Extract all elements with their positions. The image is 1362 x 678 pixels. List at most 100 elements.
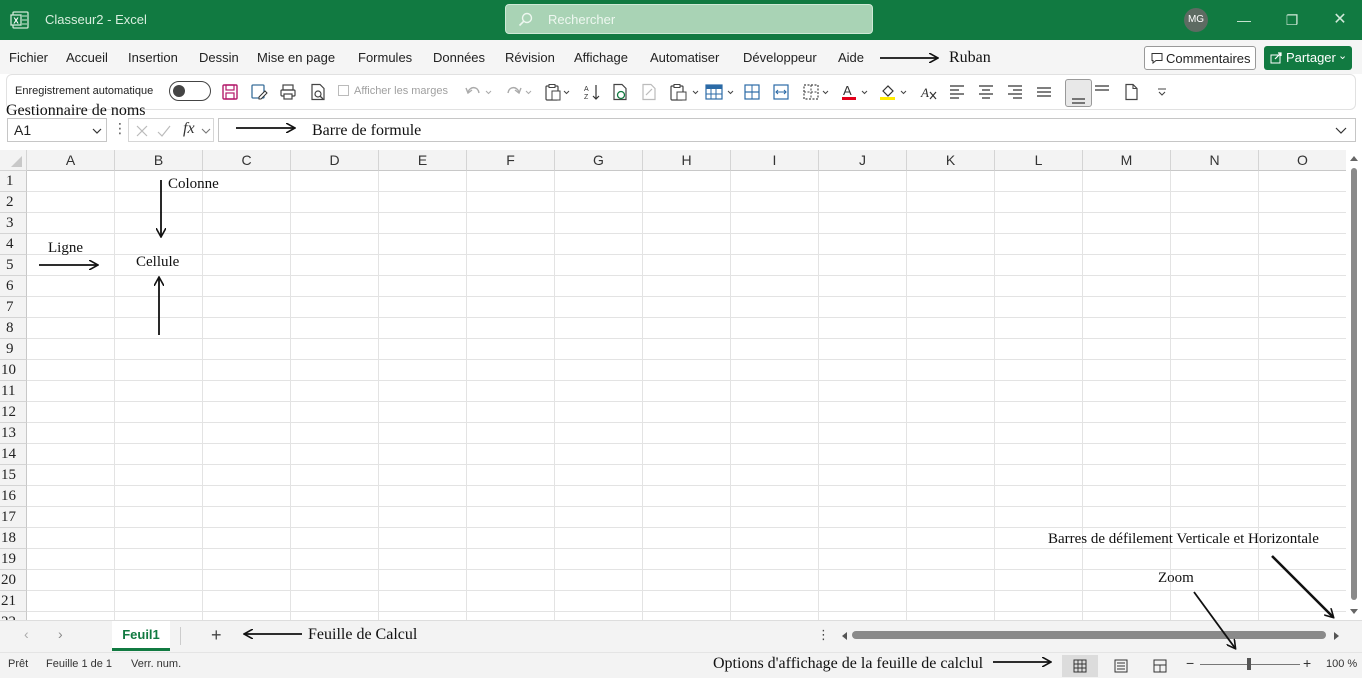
print-preview-icon[interactable] [309, 83, 327, 101]
row-header-3[interactable]: 3 [0, 213, 27, 234]
column-header-n[interactable]: N [1171, 150, 1259, 171]
row-header-9[interactable]: 9 [0, 339, 27, 360]
tab-accueil[interactable]: Accueil [66, 50, 108, 65]
align-center-icon[interactable] [977, 83, 995, 101]
tab-automatiser[interactable]: Automatiser [650, 50, 719, 65]
more-options-icon[interactable]: ⋮ [113, 120, 127, 137]
column-header-i[interactable]: I [731, 150, 819, 171]
borders-icon[interactable] [802, 83, 832, 101]
row-header-12[interactable]: 12 [0, 402, 27, 423]
column-header-j[interactable]: J [819, 150, 907, 171]
print-icon[interactable] [279, 83, 297, 101]
row-header-15[interactable]: 15 [0, 465, 27, 486]
row-header-19[interactable]: 19 [0, 549, 27, 570]
fill-color-icon[interactable] [879, 83, 911, 101]
select-all-button[interactable] [0, 150, 27, 171]
prev-sheet-icon[interactable]: ‹ [24, 626, 29, 642]
align-left-icon[interactable] [948, 83, 966, 101]
page-icon[interactable] [1122, 83, 1140, 101]
insert-function-icon[interactable]: fx [183, 120, 195, 138]
scroll-right-icon[interactable] [1333, 631, 1341, 641]
next-sheet-icon[interactable]: › [58, 626, 63, 642]
row-header-2[interactable]: 2 [0, 192, 27, 213]
tab-aide[interactable]: Aide [838, 50, 864, 65]
horizontal-scrollbar[interactable] [852, 631, 1326, 639]
row-header-21[interactable]: 21 [0, 591, 27, 612]
cell-area[interactable] [27, 171, 1346, 620]
confirm-icon[interactable] [157, 124, 171, 138]
font-color-icon[interactable]: A [841, 83, 871, 101]
row-header-10[interactable]: 10 [0, 360, 27, 381]
search-box[interactable]: Rechercher [505, 4, 873, 34]
add-sheet-icon[interactable]: + [211, 625, 222, 646]
comments-button[interactable]: Commentaires [1144, 46, 1256, 70]
page-layout-view-button[interactable] [1103, 655, 1139, 677]
page-break-view-button[interactable] [1142, 655, 1178, 677]
format-table-icon[interactable] [705, 83, 737, 101]
column-header-f[interactable]: F [467, 150, 555, 171]
tab-donnees[interactable]: Données [433, 50, 485, 65]
zoom-in-icon[interactable]: + [1303, 655, 1311, 671]
minimize-icon[interactable]: — [1234, 10, 1254, 30]
column-header-e[interactable]: E [379, 150, 467, 171]
restore-icon[interactable]: ❐ [1282, 10, 1302, 30]
column-header-g[interactable]: G [555, 150, 643, 171]
row-header-7[interactable]: 7 [0, 297, 27, 318]
align-justify-icon[interactable] [1035, 83, 1053, 101]
row-header-4[interactable]: 4 [0, 234, 27, 255]
column-header-m[interactable]: M [1083, 150, 1171, 171]
column-header-h[interactable]: H [643, 150, 731, 171]
clear-formatting-icon[interactable]: A [919, 83, 937, 101]
row-header-17[interactable]: 17 [0, 507, 27, 528]
tab-insertion[interactable]: Insertion [128, 50, 178, 65]
column-header-a[interactable]: A [27, 150, 115, 171]
zoom-level[interactable]: 100 % [1326, 658, 1357, 670]
row-header-22[interactable]: 22 [0, 612, 27, 620]
row-header-5[interactable]: 5 [0, 255, 27, 276]
cancel-icon[interactable] [135, 124, 149, 138]
align-bottom-button[interactable] [1065, 79, 1092, 107]
undo-icon[interactable] [464, 83, 492, 101]
row-header-16[interactable]: 16 [0, 486, 27, 507]
sheet-tab-feuil1[interactable]: Feuil1 [112, 621, 170, 651]
merge-cells-icon[interactable] [772, 83, 790, 101]
paste-icon[interactable] [544, 83, 572, 101]
save-icon[interactable] [221, 83, 239, 101]
tab-mise-en-page[interactable]: Mise en page [257, 50, 335, 65]
margins-checkbox[interactable] [338, 85, 349, 96]
row-header-13[interactable]: 13 [0, 423, 27, 444]
customize-toolbar-icon[interactable] [1153, 83, 1171, 101]
row-header-1[interactable]: 1 [0, 171, 27, 192]
chevron-down-icon[interactable] [92, 127, 102, 135]
normal-view-button[interactable] [1062, 655, 1098, 677]
row-header-20[interactable]: 20 [0, 570, 27, 591]
redo-icon[interactable] [504, 83, 532, 101]
zoom-out-icon[interactable]: − [1186, 655, 1194, 671]
align-top-icon[interactable] [1093, 83, 1111, 101]
column-header-l[interactable]: L [995, 150, 1083, 171]
tab-revision[interactable]: Révision [505, 50, 555, 65]
column-header-k[interactable]: K [907, 150, 995, 171]
sort-az-icon[interactable]: A Z [583, 83, 601, 101]
share-button[interactable]: Partager ⌄ [1264, 46, 1352, 70]
column-header-b[interactable]: B [115, 150, 203, 171]
scroll-left-icon[interactable] [840, 631, 848, 641]
refresh-data-icon[interactable] [611, 83, 629, 101]
row-header-14[interactable]: 14 [0, 444, 27, 465]
expand-formula-icon[interactable] [1335, 127, 1347, 135]
close-icon[interactable]: ✕ [1330, 10, 1350, 30]
paste-special-icon[interactable] [669, 83, 703, 101]
column-header-c[interactable]: C [203, 150, 291, 171]
save-as-icon[interactable] [250, 83, 268, 101]
autosave-toggle[interactable] [169, 81, 211, 101]
chevron-down-icon[interactable] [201, 127, 211, 135]
avatar[interactable]: MG [1184, 8, 1208, 32]
row-header-6[interactable]: 6 [0, 276, 27, 297]
clear-format-icon[interactable] [640, 83, 658, 101]
tab-affichage[interactable]: Affichage [574, 50, 628, 65]
border-all-icon[interactable] [743, 83, 761, 101]
name-box[interactable]: A1 [7, 118, 107, 142]
tab-dessin[interactable]: Dessin [199, 50, 239, 65]
column-header-d[interactable]: D [291, 150, 379, 171]
tab-fichier[interactable]: Fichier [9, 50, 48, 65]
